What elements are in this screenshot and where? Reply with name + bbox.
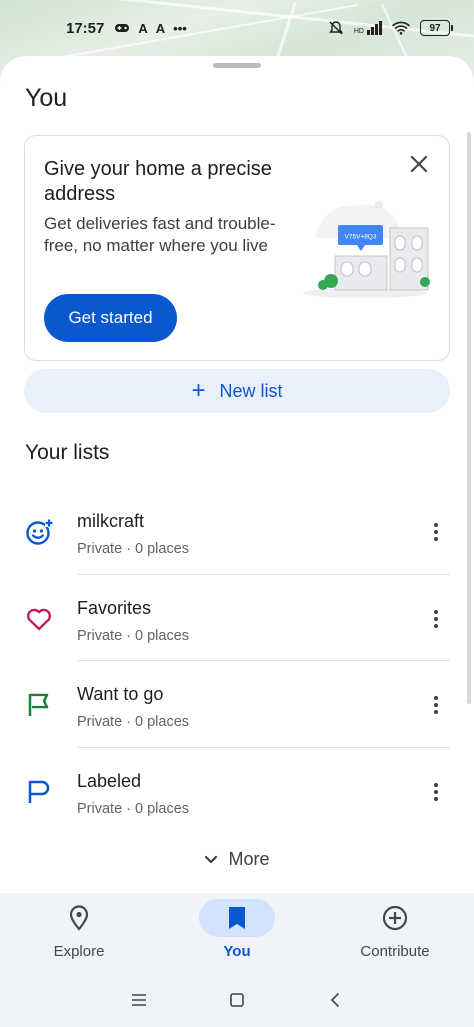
plus-icon: +	[191, 377, 206, 404]
nav-explore-pill	[41, 899, 117, 937]
mute-icon	[328, 21, 343, 35]
house-address-illustration: V75V+8Q3	[303, 201, 430, 298]
emoji-add-icon	[26, 519, 53, 545]
list-item-name: milkcraft	[77, 511, 144, 531]
more-vert-icon[interactable]	[424, 693, 448, 717]
bookmark-icon	[229, 907, 245, 929]
list-item-want-to-go[interactable]: Want to go Private · 0 places	[0, 661, 474, 748]
list-item-milkcraft[interactable]: milkcraft Private · 0 places	[0, 488, 474, 575]
lists-container: milkcraft Private · 0 places Favorites P…	[0, 488, 474, 834]
list-item-meta: Private · 0 places	[77, 714, 190, 730]
list-item-meta: Private · 0 places	[77, 541, 190, 557]
nav-you[interactable]: You	[158, 893, 316, 973]
home-square-icon[interactable]	[227, 990, 247, 1010]
list-item-meta: Private · 0 places	[77, 627, 190, 644]
gamepad-icon	[115, 24, 130, 32]
nav-explore[interactable]: Explore	[0, 893, 158, 973]
status-bar: 17:57 A A ••• HD 97	[0, 0, 474, 56]
system-navigation-bar	[0, 973, 474, 1027]
more-vert-icon[interactable]	[424, 780, 448, 804]
flag-icon	[28, 693, 49, 716]
battery-indicator: 97	[420, 20, 453, 36]
label-flag-icon	[28, 780, 50, 803]
status-time: 17:57	[66, 19, 105, 37]
promo-title: Give your home a precise address	[44, 158, 272, 205]
network-badge: HD	[353, 28, 364, 35]
location-pin-icon	[69, 905, 89, 931]
more-vert-icon[interactable]	[424, 520, 448, 544]
more-dots-icon: •••	[173, 20, 187, 36]
more-button[interactable]: More	[0, 849, 474, 870]
a-icon: A	[155, 20, 166, 36]
you-sheet: You Give your home a precise address Get…	[0, 56, 474, 893]
nav-you-pill	[199, 899, 275, 937]
new-list-button[interactable]: + New list	[24, 369, 450, 413]
list-item-name: Want to go	[77, 684, 164, 704]
home-address-promo-card: Give your home a precise address Get del…	[24, 135, 450, 361]
new-list-label: New list	[219, 380, 283, 401]
nav-label: Explore	[53, 943, 105, 960]
bottom-navigation: Explore You Contribute	[0, 893, 474, 973]
drag-handle[interactable]	[213, 63, 261, 68]
add-circle-icon	[382, 905, 408, 931]
list-item-name: Labeled	[77, 770, 142, 791]
your-lists-heading: Your lists	[25, 441, 110, 464]
nav-contribute[interactable]: Contribute	[316, 893, 474, 973]
wifi-icon	[392, 21, 410, 35]
battery-level: 97	[429, 22, 441, 34]
list-item-name: Favorites	[77, 597, 152, 618]
a-icon: A	[138, 20, 148, 36]
promo-body: Get deliveries fast and trouble-free, no…	[44, 214, 276, 255]
get-started-button[interactable]: Get started	[44, 294, 177, 342]
more-label: More	[228, 849, 270, 869]
close-icon[interactable]	[407, 152, 431, 176]
recents-menu-icon[interactable]	[129, 990, 149, 1010]
list-item-favorites[interactable]: Favorites Private · 0 places	[0, 575, 474, 661]
list-item-labeled[interactable]: Labeled Private · 0 places	[0, 748, 474, 835]
more-vert-icon[interactable]	[424, 607, 448, 631]
heart-icon	[27, 608, 51, 630]
list-item-meta: Private · 0 places	[77, 800, 190, 817]
back-chevron-icon[interactable]	[325, 990, 345, 1010]
nav-label: Contribute	[360, 943, 430, 960]
nav-label: You	[223, 943, 251, 960]
chevron-down-icon	[205, 855, 218, 863]
nav-contribute-pill	[357, 899, 433, 937]
illustration-code: V75V+8Q3	[345, 234, 377, 241]
signal-icon: HD	[354, 21, 382, 35]
page-title: You	[25, 84, 68, 112]
